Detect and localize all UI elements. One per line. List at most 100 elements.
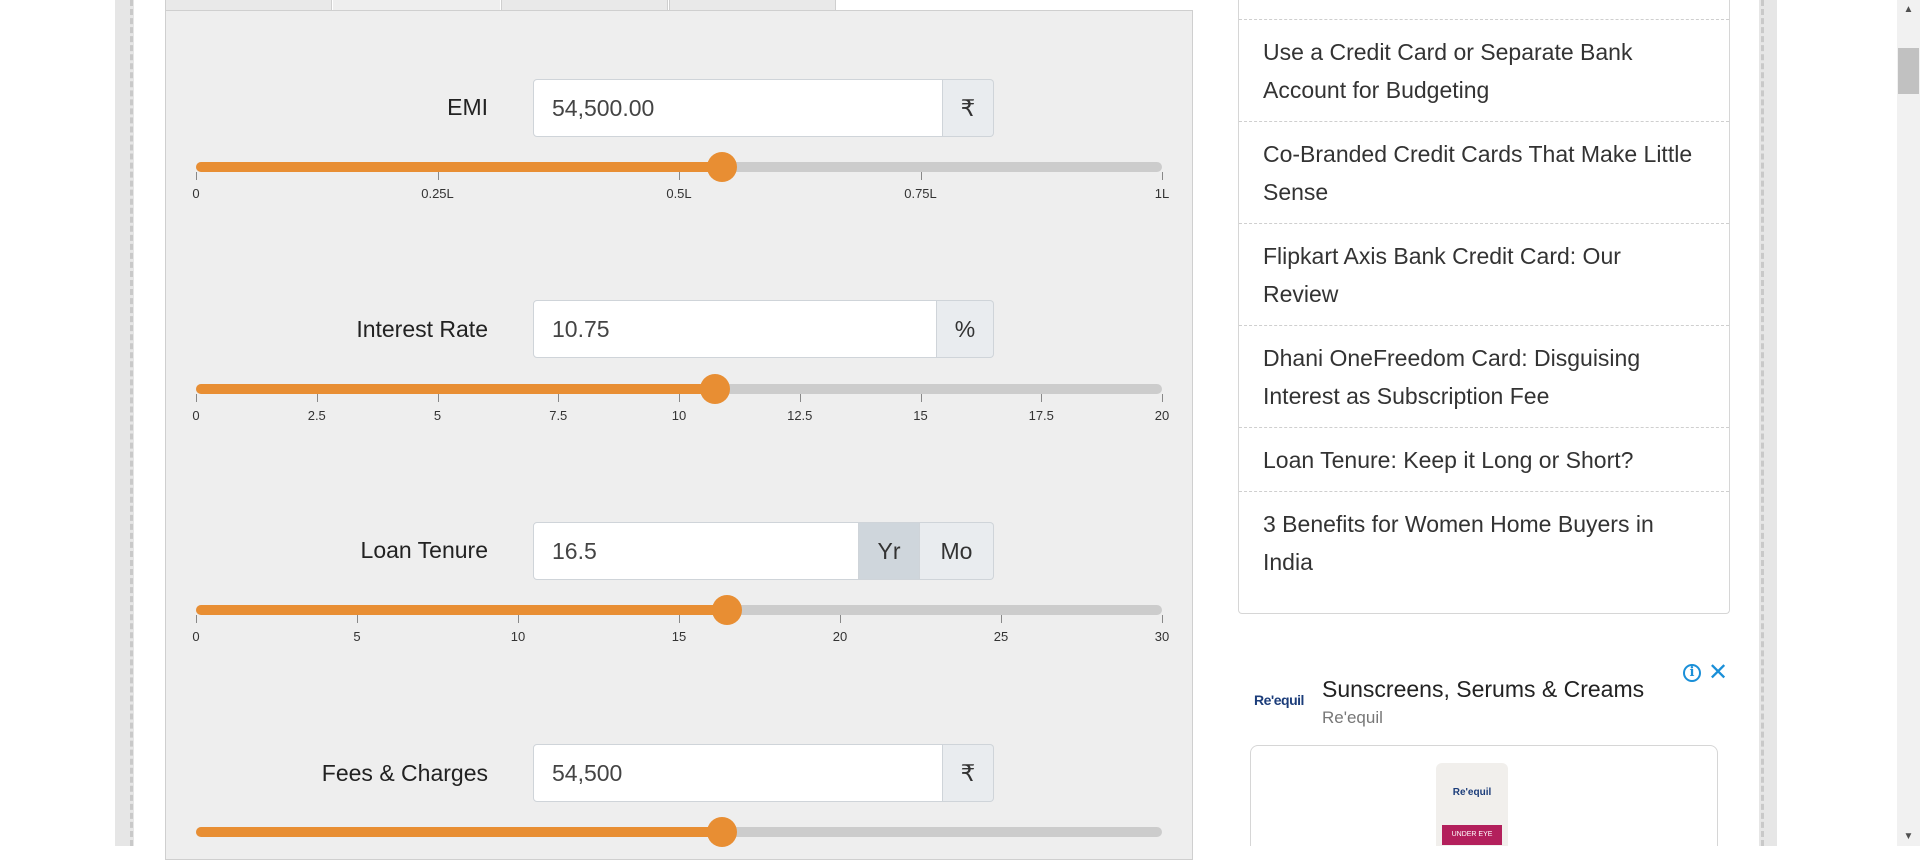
loan-tenure-label: Loan Tenure [360, 537, 488, 563]
advertisement[interactable]: Re'equil Sunscreens, Serums & Creams Re'… [1238, 660, 1730, 846]
slider-tick [679, 615, 680, 623]
slider-tick [679, 394, 680, 402]
rupee-addon: ₹ [943, 744, 994, 802]
slider-tick-label: 5 [353, 629, 361, 644]
slider-tick-label: 15 [671, 629, 687, 644]
slider-tick-label: 1L [1154, 186, 1170, 201]
slider-tick-label: 0 [192, 408, 200, 423]
close-icon[interactable]: ✕ [1708, 660, 1728, 686]
scrollbar-thumb[interactable] [1898, 48, 1919, 94]
slider-tick-label: 0 [192, 186, 200, 201]
slider-tick-label: 0.25L [421, 186, 454, 201]
slider-tick [1041, 394, 1043, 402]
slider-tick [840, 615, 841, 623]
slider-tick [196, 615, 197, 623]
loan-tenure-slider[interactable]: 0 5 10 15 20 25 30 [192, 595, 1169, 644]
month-toggle[interactable]: Mo [920, 522, 994, 580]
slider-tick [1162, 615, 1163, 623]
scroll-down-arrow-icon[interactable]: ▼ [1897, 831, 1920, 842]
emi-input-group: 54,500.00 ₹ [533, 79, 994, 137]
article-line: Review [1263, 281, 1339, 307]
slider-tick-label: 17.5 [1028, 408, 1054, 423]
article-line: Interest as Subscription Fee [1263, 383, 1550, 409]
info-icon[interactable]: i [1683, 664, 1701, 682]
slider-tick [920, 394, 922, 402]
loan-tenure-input[interactable]: 16.5 [533, 522, 859, 580]
right-dashed-border [1761, 0, 1764, 846]
slider-tick [1162, 172, 1163, 180]
article-link[interactable]: Use a Credit Card or Separate Bank Accou… [1239, 20, 1729, 122]
interest-rate-slider-fill [196, 384, 716, 394]
list-item-partial [1239, 0, 1729, 20]
slider-tick [196, 172, 197, 180]
article-link[interactable]: Loan Tenure: Keep it Long or Short? [1239, 428, 1729, 492]
article-link[interactable]: 3 Benefits for Women Home Buyers in Indi… [1239, 492, 1729, 592]
slider-tick [518, 615, 519, 623]
interest-rate-slider[interactable]: 0 2.5 5 7.5 10 12.5 15 17.5 20 [192, 374, 1169, 423]
scroll-up-arrow-icon[interactable]: ▲ [1897, 4, 1920, 15]
slider-tick-label: 12.5 [787, 408, 813, 423]
product-label: Re'equil [1452, 787, 1492, 798]
interest-rate-label: Interest Rate [356, 316, 488, 342]
fees-charges-input-group: 54,500 ₹ [533, 744, 994, 802]
slider-tick [920, 172, 922, 180]
page-scrollbar[interactable]: ▲ ▼ [1897, 0, 1920, 846]
slider-tick-label: 15 [913, 408, 928, 423]
slider-tick-label: 0.5L [666, 186, 692, 201]
article-line: Use a Credit Card or Separate Bank [1263, 39, 1633, 65]
slider-tick-label: 5 [433, 408, 442, 423]
loan-tenure-slider-fill [196, 605, 728, 615]
slider-tick [437, 172, 439, 180]
left-dashed-border [130, 0, 133, 846]
article-link[interactable]: Flipkart Axis Bank Credit Card: Our Revi… [1239, 224, 1729, 326]
related-articles-box: Use a Credit Card or Separate Bank Accou… [1238, 0, 1730, 614]
slider-tick [357, 615, 358, 623]
slider-tick [316, 394, 318, 402]
calculator-panel [165, 10, 1193, 860]
slider-tick [799, 394, 801, 402]
percent-addon: % [937, 300, 994, 358]
fees-charges-slider-fill [196, 827, 723, 837]
slider-tick [558, 394, 560, 402]
rupee-addon: ₹ [943, 79, 994, 137]
slider-tick-label: 2.5 [307, 408, 326, 423]
interest-rate-input[interactable]: 10.75 [533, 300, 937, 358]
article-line: Dhani OneFreedom Card: Disguising [1263, 345, 1641, 371]
year-toggle[interactable]: Yr [859, 522, 920, 580]
slider-tick-label: 25 [993, 629, 1009, 644]
article-line: Loan Tenure: Keep it Long or Short? [1263, 447, 1634, 473]
fees-charges-slider[interactable] [196, 817, 1162, 847]
article-link[interactable]: Dhani OneFreedom Card: Disguising Intere… [1239, 326, 1729, 428]
emi-label: EMI [447, 94, 488, 120]
slider-tick [437, 394, 439, 402]
slider-tick-label: 0 [192, 629, 200, 644]
slider-tick-label: 7.5 [549, 408, 568, 423]
ad-brand-name: Re'equil [1322, 708, 1383, 727]
emi-slider[interactable]: 0 0.25L 0.5L 0.75L 1L [192, 152, 1169, 201]
product-band: UNDER EYE [1442, 825, 1502, 845]
slider-tick-label: 20 [1154, 408, 1170, 423]
fees-charges-label: Fees & Charges [321, 760, 488, 786]
emi-input[interactable]: 54,500.00 [533, 79, 943, 137]
fees-charges-input[interactable]: 54,500 [533, 744, 943, 802]
slider-tick [679, 172, 680, 180]
ad-brand-logo: Re'equil [1254, 692, 1304, 708]
article-line: Sense [1263, 179, 1329, 205]
slider-tick [1001, 615, 1002, 623]
ad-title[interactable]: Sunscreens, Serums & Creams [1322, 676, 1644, 703]
article-line: Account for Budgeting [1263, 77, 1490, 103]
product-image: Re'equil UNDER EYE [1436, 763, 1508, 846]
slider-tick-label: 20 [832, 629, 848, 644]
slider-tick-label: 10 [671, 408, 687, 423]
article-line: Co-Branded Credit Cards That Make Little [1263, 141, 1693, 167]
slider-tick-label: 30 [1154, 629, 1170, 644]
slider-tick [1162, 394, 1163, 402]
slider-tick [196, 394, 197, 402]
loan-tenure-input-group: 16.5 Yr Mo [533, 522, 994, 580]
slider-tick-label: 0.75L [904, 186, 937, 201]
interest-rate-input-group: 10.75 % [533, 300, 994, 358]
article-line: 3 Benefits for Women Home Buyers in [1263, 511, 1654, 537]
slider-tick-label: 10 [510, 629, 526, 644]
article-line: Flipkart Axis Bank Credit Card: Our [1263, 243, 1621, 269]
article-link[interactable]: Co-Branded Credit Cards That Make Little… [1239, 122, 1729, 224]
